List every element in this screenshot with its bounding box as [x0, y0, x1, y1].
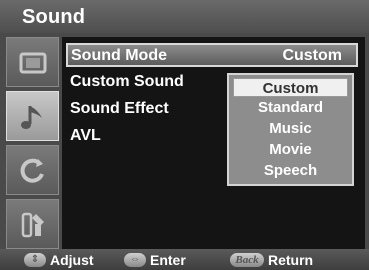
dropdown-option-movie[interactable]: Movie: [229, 140, 352, 160]
left-right-icon: ⇔: [124, 253, 146, 267]
dropdown-option-standard[interactable]: Standard: [229, 98, 352, 118]
hint-label: Adjust: [50, 252, 94, 268]
hint-label: Return: [268, 252, 314, 268]
dropdown-option-speech[interactable]: Speech: [229, 161, 352, 181]
dropdown-option-label: Movie: [269, 141, 312, 158]
title-bar: Sound: [0, 0, 369, 33]
dropdown-option-label: Speech: [263, 162, 318, 179]
menu-item-label: Sound Mode: [71, 47, 167, 64]
dropdown-option-label: Standard: [257, 99, 323, 116]
dropdown-option-music[interactable]: Music: [229, 119, 352, 139]
menu-item-sound-mode[interactable]: Sound Mode Custom: [66, 43, 358, 67]
menu-item-label: Sound Effect: [70, 100, 169, 117]
music-note-icon: [21, 106, 42, 129]
back-button-icon: Back: [230, 253, 264, 267]
menu-item-label: AVL: [70, 127, 101, 144]
tools-icon: [21, 212, 44, 238]
menu-item-label: Custom Sound: [70, 73, 184, 90]
dropdown-option-label: Music: [269, 120, 312, 137]
menu-item-value: Custom: [282, 47, 342, 64]
sidebar-item-channel[interactable]: [6, 145, 59, 195]
sidebar-item-setup[interactable]: [6, 199, 59, 249]
sidebar-item-sound[interactable]: [6, 91, 59, 141]
sidebar-item-picture[interactable]: [6, 37, 59, 87]
dropdown-option-label: Custom: [262, 80, 319, 97]
button-hint-bar: ⇕ Adjust ⇔ Enter Back Return: [0, 249, 369, 270]
page-title: Sound: [22, 6, 86, 28]
category-sidebar: [6, 37, 59, 249]
channel-icon: [20, 158, 44, 183]
picture-icon: [19, 52, 47, 74]
hint-label: Enter: [150, 252, 186, 268]
dropdown-option-custom[interactable]: Custom: [233, 78, 348, 97]
sound-mode-dropdown[interactable]: Custom Standard Music Movie Speech: [227, 73, 354, 186]
up-down-icon: ⇕: [24, 253, 46, 267]
tv-osd-screen: Sound Sound Mode Custom Custom Sound Sou…: [0, 0, 369, 270]
